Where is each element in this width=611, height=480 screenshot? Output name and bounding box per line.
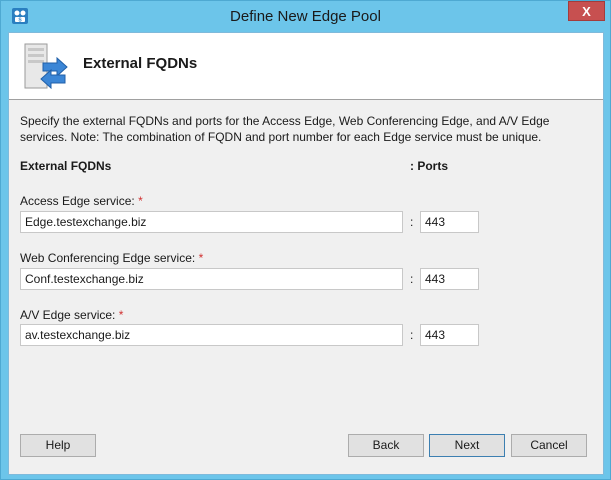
av-edge-port-input[interactable] [420,324,479,346]
av-edge-fqdn-input[interactable] [20,324,403,346]
description-text: Specify the external FQDNs and ports for… [20,114,550,144]
required-marker: * [138,194,143,208]
ports-column-header: : Ports [410,159,449,173]
help-button[interactable]: Help [20,434,96,457]
colon-separator: : [410,328,414,342]
web-conferencing-edge-fqdn-input[interactable] [20,268,403,290]
fqdn-column-header: External FQDNs [20,159,112,173]
window-title: Define New Edge Pool [230,8,381,25]
access-edge-label: Access Edge service: * [20,194,143,208]
web-conferencing-edge-label-text: Web Conferencing Edge service: [20,251,196,265]
dialog-client: External FQDNs Specify the external FQDN… [8,32,604,475]
page-title: External FQDNs [83,55,198,72]
cancel-button[interactable]: Cancel [511,434,587,457]
title-bar[interactable]: S Define New Edge Pool X [1,1,610,32]
web-conferencing-edge-port-input[interactable] [420,268,479,290]
colon-separator: : [410,272,414,286]
dialog-window: S Define New Edge Pool X External FQDNs … [0,0,611,480]
access-edge-label-text: Access Edge service: [20,194,135,208]
colon-separator: : [410,215,414,229]
required-marker: * [198,251,204,265]
server-arrows-icon [24,43,68,90]
next-button[interactable]: Next [429,434,505,457]
wizard-header: External FQDNs [9,33,603,99]
av-edge-label: A/V Edge service: * [20,308,123,322]
access-edge-port-input[interactable] [420,211,479,233]
wizard-body: Specify the external FQDNs and ports for… [9,100,603,474]
close-button[interactable]: X [568,1,605,21]
back-button[interactable]: Back [348,434,424,457]
web-conferencing-edge-label: Web Conferencing Edge service: * [20,251,203,265]
access-edge-fqdn-input[interactable] [20,211,403,233]
required-marker: * [118,308,124,322]
av-edge-label-text: A/V Edge service: [20,308,116,322]
